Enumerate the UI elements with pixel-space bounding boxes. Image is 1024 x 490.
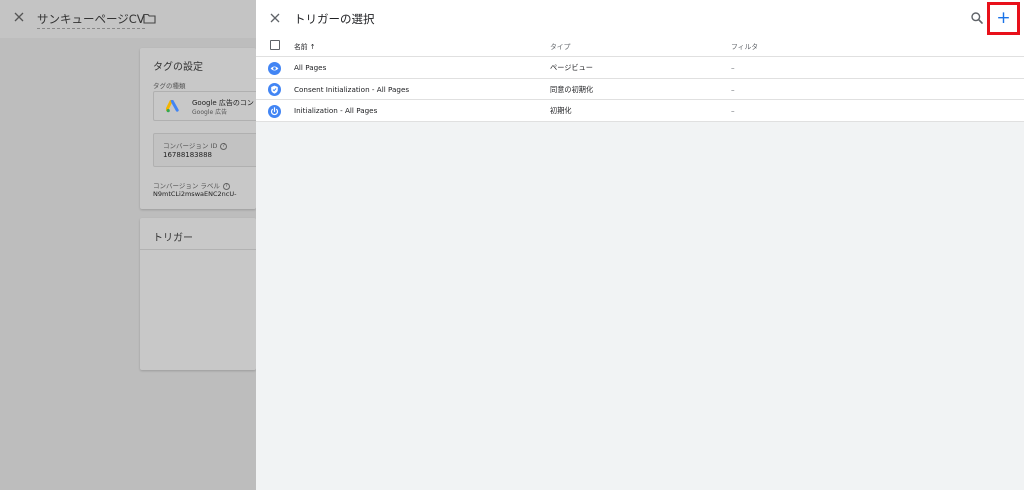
panel-title: トリガーの選択 [294,12,375,26]
conversion-label-label: コンバージョン ラベル? [153,180,230,190]
column-header-filter[interactable]: フィルタ [731,41,758,51]
search-icon[interactable] [970,11,984,25]
trigger-type: ページビュー [550,63,593,72]
trigger-filter: – [731,84,735,94]
eye-icon [268,61,281,75]
trigger-selection-panel: トリガーの選択 + 名前 ↑ タイプ フィルタ All Pages ページビュー [256,0,1024,490]
table-row[interactable]: Consent Initialization - All Pages 同意の初期… [256,79,1024,100]
trigger-type: 同意の初期化 [550,84,594,94]
conversion-label-value: N9mtCLi2mswaENC2ncU- [153,190,237,198]
trigger-name: Consent Initialization - All Pages [294,84,410,94]
trigger-card[interactable]: トリガー [140,218,256,370]
select-all-checkbox[interactable] [270,40,280,50]
tag-settings-card[interactable]: タグの設定 タグの種類 Google 広告のコン Google 広告 コンバージ… [140,48,263,209]
card-title: トリガー [153,233,193,244]
conversion-id-label-text: コンバージョン ID [163,142,218,150]
conversion-id-value: 16788183888 [163,151,212,159]
table-row[interactable]: Initialization - All Pages 初期化 – [256,100,1024,122]
table-row[interactable]: All Pages ページビュー – [256,57,1024,79]
tag-title[interactable]: サンキューページCV [37,11,145,29]
power-icon [268,104,281,118]
card-title: タグの設定 [153,62,203,73]
background-editor-header: サンキューページCV [0,0,256,38]
close-icon[interactable] [12,10,26,24]
conversion-label-label-text: コンバージョン ラベル [153,182,220,190]
trigger-table: 名前 ↑ タイプ フィルタ All Pages ページビュー – Consent… [256,36,1024,122]
divider [140,249,256,250]
trigger-name: All Pages [294,63,327,72]
help-icon[interactable]: ? [220,142,228,150]
trigger-name: Initialization - All Pages [294,106,378,115]
conversion-id-label: コンバージョン ID? [163,140,228,150]
panel-header: トリガーの選択 + [256,0,1024,36]
close-icon[interactable] [268,11,282,25]
column-header-name[interactable]: 名前 ↑ [294,41,315,51]
tag-type-label: タグの種類 [153,82,186,90]
plus-icon: + [996,8,1011,28]
add-trigger-button[interactable]: + [987,2,1020,35]
folder-icon[interactable] [143,13,156,24]
consent-icon [268,83,281,96]
column-header-type[interactable]: タイプ [550,41,570,51]
conversion-id-field[interactable]: コンバージョン ID? 16788183888 [153,133,263,167]
tag-type-sub: Google 広告 [192,109,228,116]
trigger-filter: – [731,106,735,115]
help-icon[interactable]: ? [222,182,230,190]
tag-type-box[interactable]: Google 広告のコン Google 広告 [153,91,263,121]
trigger-type: 初期化 [550,106,572,115]
trigger-filter: – [731,63,735,72]
google-ads-logo-icon [166,100,179,113]
table-header: 名前 ↑ タイプ フィルタ [256,36,1024,57]
